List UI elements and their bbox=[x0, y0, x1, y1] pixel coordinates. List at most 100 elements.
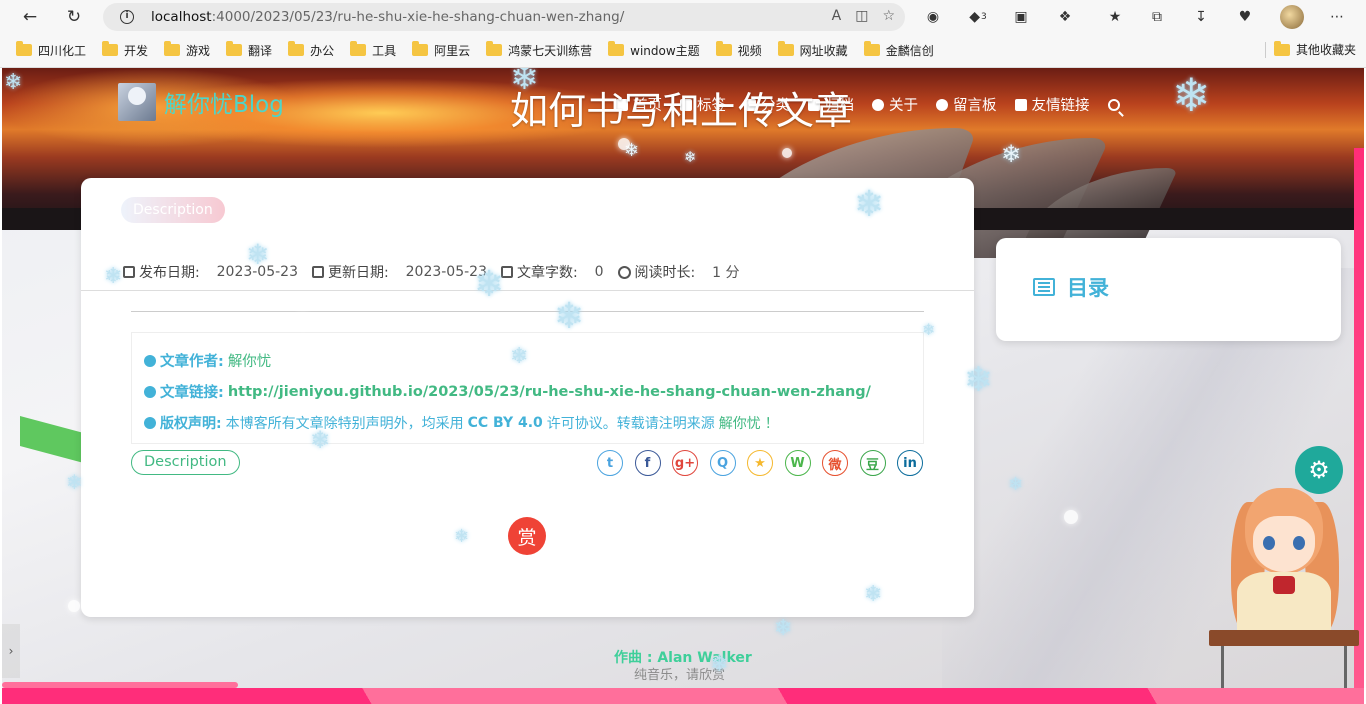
toc-card: 目录 bbox=[996, 238, 1341, 341]
site-logo[interactable]: 解你忧Blog bbox=[118, 83, 284, 121]
twitter-icon[interactable]: t bbox=[597, 450, 623, 476]
downloads-icon[interactable]: ↧ bbox=[1190, 6, 1212, 28]
folder-icon bbox=[608, 41, 625, 56]
blog-page: 解你忧Blog 首页 标签 分类 归档 关于 留言板 友情链接 如何书写和上传文… bbox=[2, 68, 1364, 704]
more-menu-icon[interactable]: ⋯ bbox=[1326, 6, 1348, 28]
folder-icon bbox=[16, 41, 32, 56]
license-author-link[interactable]: 解你忧 bbox=[719, 413, 761, 433]
toc-header: 目录 bbox=[1033, 272, 1109, 302]
author-link[interactable]: 解你忧 bbox=[228, 350, 272, 371]
calendar-check-icon bbox=[312, 266, 324, 278]
user-icon bbox=[144, 354, 156, 367]
bottom-stripe bbox=[2, 688, 1364, 704]
copyright-license: 版权声明: 本博客所有文章除特别声明外，均采用 CC BY 4.0 许可协议。转… bbox=[144, 407, 911, 438]
post-permalink[interactable]: http://jieniyou.github.io/2023/05/23/ru-… bbox=[228, 384, 871, 400]
divider bbox=[131, 311, 924, 312]
bookmark-folder[interactable]: window主题 bbox=[608, 41, 700, 59]
google-plus-icon[interactable]: g+ bbox=[672, 450, 698, 476]
update-date: 更新日期: 2023-05-23 bbox=[312, 262, 487, 282]
publish-date: 发布日期: 2023-05-23 bbox=[123, 262, 298, 282]
live2d-mascot[interactable] bbox=[1207, 480, 1362, 690]
wechat-icon[interactable]: W bbox=[784, 450, 811, 476]
nav-search[interactable] bbox=[1107, 94, 1120, 115]
performance-icon[interactable]: ♥ bbox=[1234, 6, 1256, 28]
bookmark-folder[interactable]: 游戏 bbox=[164, 41, 210, 59]
snowflake-icon: ❄ bbox=[474, 264, 505, 305]
refresh-icon[interactable]: ↻ bbox=[62, 5, 86, 29]
folder-icon bbox=[412, 41, 429, 56]
copyright-icon bbox=[144, 416, 156, 429]
bookmarks-bar: 四川化工 开发 游戏 翻译 办公 工具 阿里云 鸿蒙七天训练营 window主题… bbox=[0, 37, 1366, 63]
extension-icon-1[interactable]: ◉ bbox=[922, 6, 944, 28]
word-count: 文章字数: 0 bbox=[501, 262, 604, 282]
folder-icon bbox=[486, 41, 503, 56]
extensions-puzzle-icon[interactable]: ❖ bbox=[1054, 6, 1076, 28]
linkedin-icon[interactable]: in bbox=[897, 450, 923, 476]
nav-guestbook[interactable]: 留言板 bbox=[936, 94, 997, 115]
snowflake-icon: ❄ bbox=[1172, 68, 1211, 122]
folder-icon bbox=[164, 41, 181, 56]
weibo-icon[interactable]: 微 bbox=[822, 450, 848, 476]
collections-icon[interactable]: ⧉ bbox=[1146, 6, 1168, 28]
snowflake-icon: ❄ bbox=[864, 582, 883, 607]
folder-icon bbox=[350, 41, 367, 56]
site-info-icon[interactable]: i bbox=[117, 7, 137, 27]
browser-chrome: ← ↻ i localhost:4000/2023/05/23/ru-he-sh… bbox=[0, 0, 1366, 68]
snowflake-icon: ❄ bbox=[710, 652, 729, 677]
bookmark-folder[interactable]: 阿里云 bbox=[412, 41, 470, 59]
bookmark-folder[interactable]: 开发 bbox=[102, 41, 148, 59]
folder-icon bbox=[1273, 40, 1290, 56]
snowflake-icon: ❄ bbox=[510, 68, 539, 98]
bookmark-folder[interactable]: 鸿蒙七天训练营 bbox=[486, 41, 592, 59]
site-title: 解你忧Blog bbox=[164, 92, 284, 118]
qq-icon[interactable]: Q bbox=[709, 450, 736, 476]
comments-icon bbox=[936, 98, 948, 111]
address-bar[interactable]: i localhost:4000/2023/05/23/ru-he-shu-xi… bbox=[103, 3, 905, 31]
snowflake-icon: ❄ bbox=[4, 70, 23, 95]
folder-icon bbox=[777, 41, 794, 56]
tag-description[interactable]: Description bbox=[131, 450, 240, 475]
bookmark-folder[interactable]: 四川化工 bbox=[16, 41, 86, 59]
copyright-link: 文章链接: http://jieniyou.github.io/2023/05/… bbox=[144, 376, 911, 407]
bookmark-folder[interactable]: 翻译 bbox=[226, 41, 272, 59]
description-chip: Description bbox=[121, 197, 225, 223]
url-text[interactable]: localhost:4000/2023/05/23/ru-he-shu-xie-… bbox=[151, 9, 624, 25]
douban-icon[interactable]: 豆 bbox=[859, 450, 886, 476]
add-favorite-icon[interactable]: ☆ bbox=[882, 8, 895, 24]
extension-icon-3[interactable]: ▣ bbox=[1010, 6, 1032, 28]
bookmark-folder[interactable]: 网址收藏 bbox=[777, 41, 848, 59]
nav-about[interactable]: 关于 bbox=[872, 94, 918, 115]
snowflake-icon: ❄ bbox=[554, 296, 585, 337]
music-player-toggle[interactable]: › bbox=[2, 624, 20, 678]
share-buttons: t f g+ Q ★ W 微豆 in bbox=[597, 450, 923, 476]
nav-friend-links[interactable]: 友情链接 bbox=[1014, 94, 1090, 115]
qzone-icon[interactable]: ★ bbox=[747, 450, 773, 476]
snowflake-icon: ❄ bbox=[454, 526, 470, 547]
read-time: 阅读时长: 1 分 bbox=[617, 262, 740, 282]
other-bookmarks[interactable]: 其他收藏夹 bbox=[1273, 40, 1356, 58]
bookmark-folder[interactable]: 金麟信创 bbox=[863, 41, 934, 59]
license-link[interactable]: CC BY 4.0 bbox=[468, 415, 543, 431]
clock-icon bbox=[617, 265, 631, 279]
snowflake-icon: ❄ bbox=[246, 238, 270, 271]
split-screen-icon[interactable]: ◫ bbox=[855, 8, 868, 24]
browser-toolbar: ← ↻ i localhost:4000/2023/05/23/ru-he-sh… bbox=[0, 0, 1366, 34]
profile-avatar[interactable] bbox=[1280, 5, 1304, 29]
article-card: Description 发布日期: 2023-05-23 更新日期: 2023-… bbox=[81, 178, 974, 617]
back-icon[interactable]: ← bbox=[18, 5, 42, 29]
post-title: 如何书写和上传文章 bbox=[510, 89, 853, 133]
folder-icon bbox=[715, 41, 732, 56]
facebook-icon[interactable]: f bbox=[634, 450, 661, 476]
read-aloud-icon[interactable]: A bbox=[832, 8, 842, 24]
folder-icon bbox=[863, 41, 880, 56]
reward-button[interactable]: 赏 bbox=[508, 517, 546, 555]
bookmark-folder[interactable]: 视频 bbox=[715, 41, 762, 59]
post-meta: 发布日期: 2023-05-23 更新日期: 2023-05-23 文章字数: … bbox=[123, 262, 740, 282]
extension-shield-icon[interactable]: ◆ 3 bbox=[967, 6, 989, 28]
logo-image bbox=[118, 83, 156, 121]
snowflake-icon: ❄ bbox=[964, 360, 993, 400]
search-icon bbox=[1107, 98, 1120, 111]
bookmark-folder[interactable]: 办公 bbox=[288, 41, 334, 59]
bookmark-folder[interactable]: 工具 bbox=[350, 41, 396, 59]
favorites-icon[interactable]: ★ bbox=[1104, 6, 1126, 28]
